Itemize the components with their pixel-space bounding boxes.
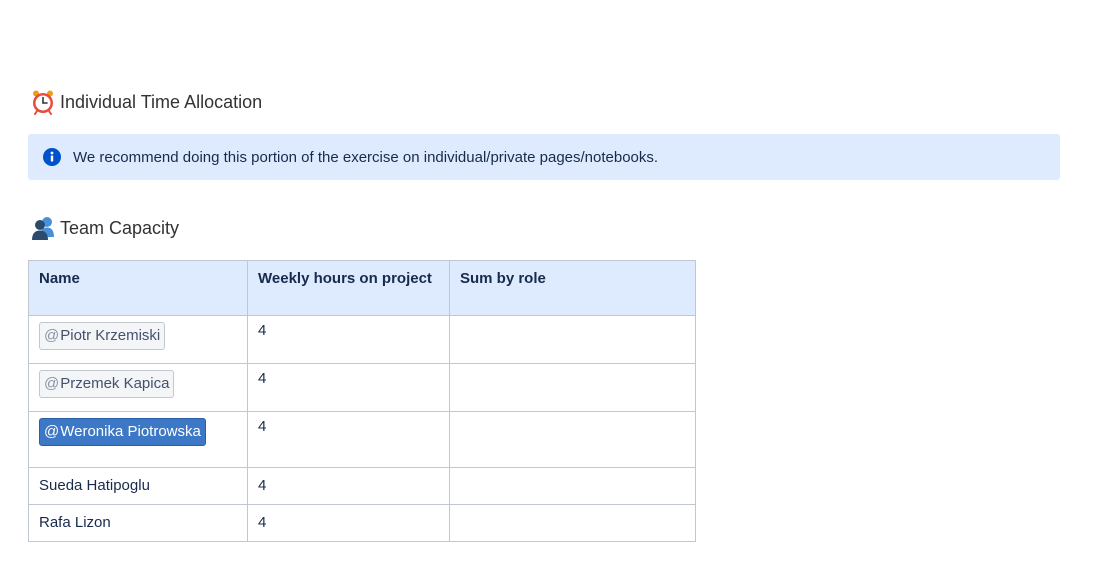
- mention-at-sign: @: [44, 423, 60, 440]
- table-row: @Weronika Piotrowska 4: [28, 411, 696, 468]
- hours-cell[interactable]: 4: [247, 315, 450, 364]
- time-allocation-heading: Individual Time Allocation: [30, 88, 262, 116]
- table-row: Sueda Hatipoglu 4: [28, 467, 696, 505]
- hours-cell[interactable]: 4: [247, 504, 450, 542]
- info-panel-text: We recommend doing this portion of the e…: [73, 148, 659, 166]
- mention-name: Piotr Krzemiski: [60, 327, 161, 344]
- header-weekly-hours[interactable]: Weekly hours on project: [247, 260, 450, 316]
- time-allocation-title: Individual Time Allocation: [60, 91, 263, 112]
- header-name[interactable]: Name: [28, 260, 248, 316]
- team-capacity-heading: Team Capacity: [30, 214, 179, 242]
- table-header-row: Name Weekly hours on project Sum by role: [28, 260, 696, 316]
- info-icon: [43, 148, 61, 166]
- name-cell[interactable]: @Weronika Piotrowska: [28, 411, 248, 468]
- table-row: @Przemek Kapica 4: [28, 363, 696, 412]
- team-capacity-table: Name Weekly hours on project Sum by role…: [28, 260, 696, 542]
- header-sum-by-role[interactable]: Sum by role: [449, 260, 696, 316]
- people-icon: [30, 215, 56, 241]
- mention-name: Weronika Piotrowska: [60, 423, 201, 440]
- sum-cell[interactable]: [449, 504, 696, 542]
- user-mention-selected[interactable]: @Weronika Piotrowska: [39, 418, 206, 446]
- mention-name: Przemek Kapica: [60, 375, 170, 392]
- table-row: @Piotr Krzemiski 4: [28, 315, 696, 364]
- mention-at-sign: @: [44, 327, 60, 344]
- name-cell[interactable]: Rafa Lizon: [28, 504, 248, 542]
- table-row: Rafa Lizon 4: [28, 504, 696, 542]
- sum-cell[interactable]: [449, 467, 696, 505]
- sum-cell[interactable]: [449, 363, 696, 412]
- user-mention[interactable]: @Piotr Krzemiski: [39, 322, 166, 350]
- alarm-clock-icon: [30, 89, 56, 115]
- hours-cell[interactable]: 4: [247, 467, 450, 505]
- hours-cell[interactable]: 4: [247, 411, 450, 468]
- name-cell[interactable]: @Piotr Krzemiski: [28, 315, 248, 364]
- sum-cell[interactable]: [449, 411, 696, 468]
- hours-cell[interactable]: 4: [247, 363, 450, 412]
- user-mention[interactable]: @Przemek Kapica: [39, 370, 175, 398]
- mention-at-sign: @: [44, 375, 60, 392]
- name-cell[interactable]: @Przemek Kapica: [28, 363, 248, 412]
- info-panel: We recommend doing this portion of the e…: [28, 134, 1060, 180]
- team-capacity-title: Team Capacity: [60, 217, 180, 238]
- sum-cell[interactable]: [449, 315, 696, 364]
- name-cell[interactable]: Sueda Hatipoglu: [28, 467, 248, 505]
